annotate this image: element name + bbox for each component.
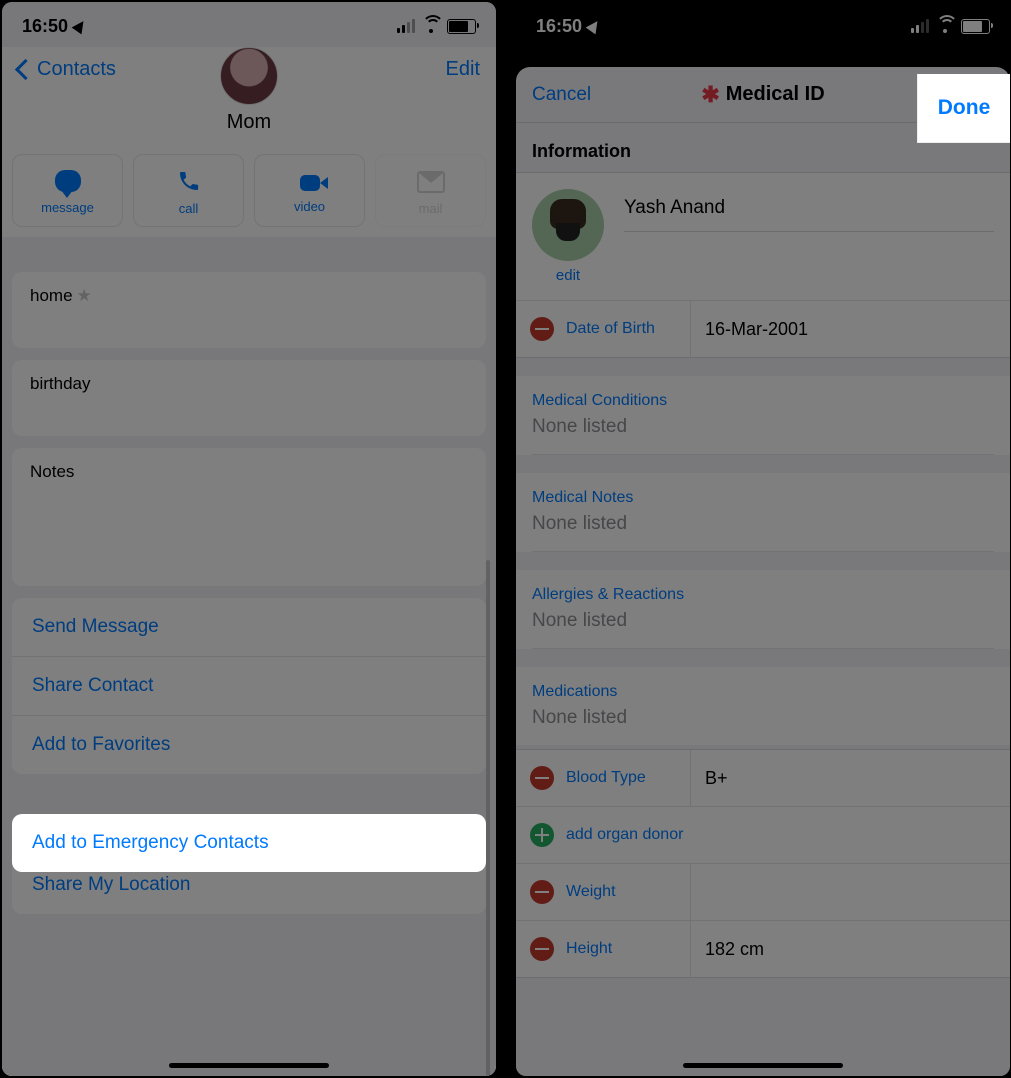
actions-list: Send Message Share Contact Add to Favori… — [12, 598, 486, 774]
birthday-field[interactable]: birthday — [12, 360, 486, 436]
back-label: Contacts — [37, 58, 116, 81]
action-row: message call video mail — [2, 144, 496, 237]
home-indicator[interactable] — [169, 1063, 329, 1068]
notes-label: Medical Notes — [516, 473, 1010, 513]
location-icon — [72, 18, 89, 35]
medications-value[interactable]: None listed — [516, 707, 1010, 745]
status-time: 16:50 — [22, 16, 68, 37]
left-phone: 16:50 Contacts Edit Mom — [2, 2, 496, 1076]
share-contact-row[interactable]: Share Contact — [12, 657, 486, 716]
blood-label: Blood Type — [566, 769, 646, 787]
edit-photo-link[interactable]: edit — [532, 267, 604, 284]
battery-icon — [447, 19, 476, 34]
remove-icon[interactable] — [530, 317, 554, 341]
back-button[interactable]: Contacts — [18, 58, 116, 81]
call-button[interactable]: call — [133, 154, 244, 227]
status-bar: 16:50 — [2, 2, 496, 50]
add-favorites-row[interactable]: Add to Favorites — [12, 716, 486, 774]
call-label: call — [179, 201, 199, 216]
done-button[interactable]: Done — [917, 74, 1010, 143]
send-message-row[interactable]: Send Message — [12, 598, 486, 657]
dob-row[interactable]: Date of Birth 16-Mar-2001 — [516, 300, 1010, 357]
medications-label: Medications — [516, 667, 1010, 707]
message-icon — [55, 170, 81, 192]
modal-title: Medical ID — [726, 83, 825, 106]
organ-row[interactable]: add organ donor — [516, 806, 1010, 863]
right-phone: 16:50 Cancel ✱ Medical ID Done Informati… — [516, 2, 1010, 1076]
edit-button[interactable]: Edit — [446, 58, 480, 81]
notes-field[interactable]: Notes — [12, 448, 486, 586]
height-label: Height — [566, 940, 612, 958]
status-bar: 16:50 — [516, 2, 1010, 50]
mail-label: mail — [419, 201, 443, 216]
status-time: 16:50 — [536, 16, 582, 37]
blood-value[interactable]: B+ — [691, 752, 1010, 805]
location-icon — [586, 18, 603, 35]
home-label: home — [30, 286, 73, 305]
medical-id-sheet: Cancel ✱ Medical ID Done Information edi… — [516, 67, 1010, 1076]
medical-star-icon: ✱ — [701, 82, 719, 108]
profile-avatar[interactable] — [532, 189, 604, 261]
chevron-left-icon — [15, 59, 36, 80]
cancel-button[interactable]: Cancel — [532, 84, 591, 106]
home-field[interactable]: home★ — [12, 272, 486, 348]
height-value[interactable]: 182 cm — [691, 923, 1010, 976]
wifi-icon — [936, 19, 954, 33]
notes-label: Notes — [30, 462, 468, 482]
weight-label: Weight — [566, 883, 616, 901]
message-button[interactable]: message — [12, 154, 123, 227]
scroll-indicator — [486, 560, 490, 1076]
message-label: message — [41, 200, 94, 215]
dob-label: Date of Birth — [566, 320, 655, 338]
contact-name: Mom — [2, 111, 496, 134]
contact-avatar[interactable] — [220, 47, 278, 105]
remove-icon[interactable] — [530, 880, 554, 904]
weight-row[interactable]: Weight — [516, 863, 1010, 920]
signal-icon — [911, 19, 929, 33]
signal-icon — [397, 19, 415, 33]
video-label: video — [294, 199, 325, 214]
height-row[interactable]: Height 182 cm — [516, 920, 1010, 977]
notes-value[interactable]: None listed — [516, 513, 1010, 551]
weight-value[interactable] — [691, 876, 1010, 908]
conditions-label: Medical Conditions — [516, 376, 1010, 416]
add-emergency-row[interactable]: Add to Emergency Contacts — [12, 814, 486, 872]
call-icon — [177, 169, 201, 193]
profile-block: edit Yash Anand Date of Birth 16-Mar-200… — [516, 172, 1010, 358]
mail-icon — [417, 171, 445, 193]
conditions-value[interactable]: None listed — [516, 416, 1010, 454]
blood-row[interactable]: Blood Type B+ — [516, 750, 1010, 806]
star-icon: ★ — [77, 286, 92, 305]
organ-label: add organ donor — [566, 826, 683, 844]
dob-value[interactable]: 16-Mar-2001 — [691, 303, 1010, 356]
battery-icon — [961, 19, 990, 34]
remove-icon[interactable] — [530, 937, 554, 961]
birthday-label: birthday — [30, 374, 468, 394]
remove-icon[interactable] — [530, 766, 554, 790]
allergies-value[interactable]: None listed — [516, 610, 1010, 648]
allergies-label: Allergies & Reactions — [516, 570, 1010, 610]
video-icon — [300, 175, 320, 191]
mail-button: mail — [375, 154, 486, 227]
wifi-icon — [422, 19, 440, 33]
add-icon[interactable] — [530, 823, 554, 847]
home-indicator[interactable] — [683, 1063, 843, 1068]
video-button[interactable]: video — [254, 154, 365, 227]
name-field[interactable]: Yash Anand — [624, 189, 994, 232]
